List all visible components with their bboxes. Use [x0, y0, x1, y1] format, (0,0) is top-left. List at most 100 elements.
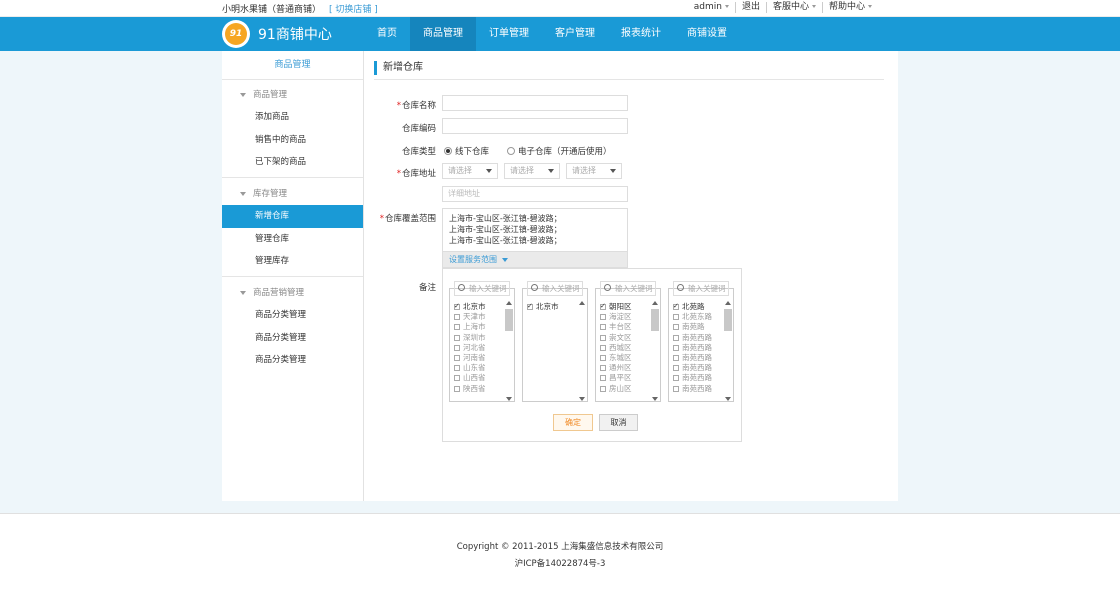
- region-option[interactable]: 崇文区: [600, 333, 650, 343]
- logo-icon[interactable]: 91: [222, 20, 250, 48]
- region-option-label: 南苑西路: [682, 363, 712, 373]
- district-select[interactable]: 请选择: [566, 163, 622, 179]
- region-option[interactable]: 北京市: [527, 301, 577, 312]
- region-option[interactable]: 南苑西路: [673, 343, 723, 353]
- confirm-button[interactable]: 确定: [553, 414, 593, 431]
- footer-copyright: Copyright © 2011-2015 上海集盛信息技术有限公司: [456, 542, 664, 552]
- region-option[interactable]: 山东省: [454, 363, 504, 373]
- nav-store-settings[interactable]: 商铺设置: [674, 17, 740, 51]
- region-option[interactable]: 南苑西路: [673, 353, 723, 363]
- sidebar-item-add-product[interactable]: 添加商品: [222, 106, 363, 129]
- nav-orders[interactable]: 订单管理: [476, 17, 542, 51]
- region-option[interactable]: 南苑西路: [673, 373, 723, 383]
- region-option-label: 南苑西路: [682, 332, 712, 342]
- region-option[interactable]: 东城区: [600, 353, 650, 363]
- region-column: 输入关键词北京市: [522, 281, 588, 402]
- region-option[interactable]: 南苑路: [673, 322, 723, 332]
- type-online-radio[interactable]: 电子仓库（开通后使用）: [507, 145, 612, 157]
- cancel-button[interactable]: 取消: [599, 414, 638, 431]
- region-option-label: 南苑西路: [682, 383, 712, 393]
- warehouse-name-input[interactable]: [442, 95, 628, 111]
- sidebar-item-new-warehouse[interactable]: 新增仓库: [222, 205, 363, 228]
- region-option[interactable]: 深圳市: [454, 333, 504, 343]
- city-select[interactable]: 请选择: [504, 163, 560, 179]
- province-select[interactable]: 请选择: [442, 163, 498, 179]
- scroll-down-icon[interactable]: [579, 397, 585, 401]
- sidebar: 商品管理 商品管理 添加商品 销售中的商品 已下架的商品 库存管理 新增仓库 管…: [222, 51, 364, 501]
- sidebar-group-header[interactable]: 库存管理: [222, 183, 363, 205]
- scroll-up-icon[interactable]: [725, 301, 731, 305]
- type-offline-radio[interactable]: 线下仓库: [444, 145, 489, 157]
- set-range-toggle[interactable]: 设置服务范围: [442, 251, 628, 268]
- region-option[interactable]: 丰台区: [600, 322, 650, 332]
- checkbox-icon: [673, 385, 679, 392]
- checkbox-icon: [454, 385, 460, 392]
- region-option[interactable]: 天津市: [454, 312, 504, 322]
- help-center-menu[interactable]: 帮助中心: [821, 2, 878, 13]
- region-option[interactable]: 山西省: [454, 373, 504, 383]
- scrollbar-thumb[interactable]: [724, 309, 732, 331]
- region-option[interactable]: 通州区: [600, 363, 650, 373]
- switch-store-link[interactable]: [ 切换店铺 ]: [329, 2, 378, 15]
- region-option[interactable]: 朝阳区: [600, 301, 650, 312]
- sidebar-item-category-3[interactable]: 商品分类管理: [222, 349, 363, 372]
- address-label: *仓库地址: [366, 167, 436, 179]
- region-option[interactable]: 南苑西路: [673, 333, 723, 343]
- service-center-label: 客服中心: [772, 2, 809, 12]
- scrollbar-thumb[interactable]: [505, 309, 513, 331]
- sidebar-group-header[interactable]: 商品管理: [222, 84, 363, 106]
- required-mark: *: [396, 169, 401, 179]
- sidebar-item-category-2[interactable]: 商品分类管理: [222, 327, 363, 350]
- sidebar-item-manage-stock[interactable]: 管理库存: [222, 250, 363, 273]
- nav-products[interactable]: 商品管理: [410, 17, 476, 51]
- footer-icp[interactable]: 沪ICP备14022874号-3: [0, 557, 1120, 569]
- region-option[interactable]: 北苑东路: [673, 312, 723, 322]
- scroll-down-icon[interactable]: [652, 397, 658, 401]
- sidebar-item-category-1[interactable]: 商品分类管理: [222, 304, 363, 327]
- nav-customers[interactable]: 客户管理: [542, 17, 608, 51]
- scroll-up-icon[interactable]: [506, 301, 512, 305]
- region-option[interactable]: 昌平区: [600, 373, 650, 383]
- warehouse-code-input[interactable]: [442, 118, 628, 134]
- checkbox-checked-icon: [454, 301, 460, 311]
- scrollbar[interactable]: [724, 301, 732, 401]
- region-option[interactable]: 陕西省: [454, 384, 504, 394]
- region-option[interactable]: 上海市: [454, 322, 504, 332]
- scrollbar[interactable]: [578, 301, 586, 401]
- user-menu[interactable]: admin: [688, 2, 735, 13]
- main-nav: 首页 商品管理 订单管理 客户管理 报表统计 商铺设置: [364, 17, 740, 51]
- region-option[interactable]: 北京市: [454, 301, 504, 312]
- scrollbar[interactable]: [505, 301, 513, 401]
- service-center-menu[interactable]: 客服中心: [765, 2, 822, 13]
- scrollbar-thumb[interactable]: [651, 309, 659, 331]
- user-name: admin: [693, 2, 722, 12]
- coverage-list: 上海市-宝山区-张江镇-碧波路； 上海市-宝山区-张江镇-碧波路； 上海市-宝山…: [442, 208, 628, 251]
- region-option-label: 山西省: [463, 373, 486, 383]
- region-option[interactable]: 西城区: [600, 343, 650, 353]
- region-option[interactable]: 北苑路: [673, 301, 723, 312]
- region-option-label: 河南省: [463, 352, 486, 362]
- nav-reports[interactable]: 报表统计: [608, 17, 674, 51]
- logout-link[interactable]: 退出: [734, 2, 766, 13]
- sidebar-item-manage-warehouse[interactable]: 管理仓库: [222, 228, 363, 251]
- checkbox-icon: [600, 334, 606, 341]
- footer-divider: [0, 513, 1120, 514]
- region-option[interactable]: 河北省: [454, 343, 504, 353]
- sidebar-item-on-sale[interactable]: 销售中的商品: [222, 129, 363, 152]
- region-option[interactable]: 海淀区: [600, 312, 650, 322]
- scroll-up-icon[interactable]: [652, 301, 658, 305]
- sidebar-item-off-shelf[interactable]: 已下架的商品: [222, 151, 363, 174]
- region-option[interactable]: 房山区: [600, 384, 650, 394]
- scroll-down-icon[interactable]: [506, 397, 512, 401]
- region-option-list: 北京市天津市上海市深圳市河北省河南省山东省山西省陕西省: [454, 301, 504, 394]
- scroll-up-icon[interactable]: [579, 301, 585, 305]
- scrollbar[interactable]: [651, 301, 659, 401]
- region-option[interactable]: 南苑西路: [673, 363, 723, 373]
- nav-home[interactable]: 首页: [364, 17, 410, 51]
- sidebar-group-header[interactable]: 商品营销管理: [222, 282, 363, 304]
- checkbox-icon: [673, 314, 679, 321]
- scroll-down-icon[interactable]: [725, 397, 731, 401]
- region-option[interactable]: 河南省: [454, 353, 504, 363]
- detail-address-input[interactable]: 详细地址: [442, 186, 628, 202]
- region-option[interactable]: 南苑西路: [673, 384, 723, 394]
